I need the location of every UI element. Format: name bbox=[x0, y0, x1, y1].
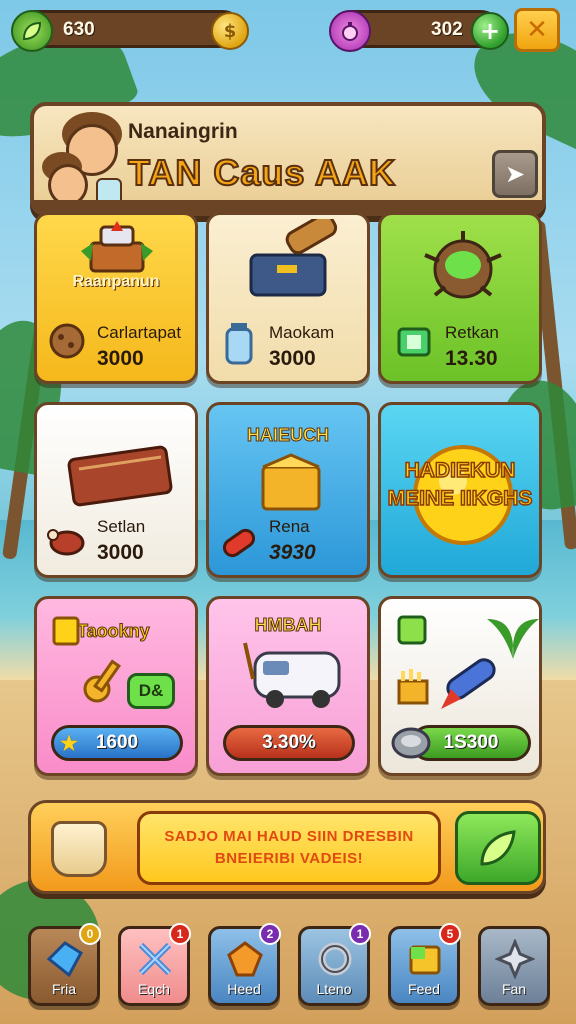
promo-go-button[interactable] bbox=[455, 811, 541, 885]
shop-card-5[interactable]: HAIEUCH Rena 3930 bbox=[206, 402, 370, 578]
card-1-price: 3000 bbox=[97, 347, 144, 370]
banner-subtitle: Nanaingrin bbox=[128, 120, 238, 143]
note-icon bbox=[51, 615, 81, 647]
shop-card-1[interactable]: Raanpanun Carlartapat 3000 bbox=[34, 212, 198, 384]
card-9-price: 1S300 bbox=[443, 732, 499, 753]
promo-banner[interactable]: SADJO MAI HAUD SIIN DRESBIN BNEIERIBI VA… bbox=[28, 800, 546, 894]
card-5-head: HAIEUCH bbox=[246, 425, 329, 446]
card-8-head: HMBAH bbox=[254, 615, 322, 636]
nav-label-lteno: Lteno bbox=[316, 981, 352, 997]
cup-icon bbox=[51, 821, 107, 877]
card-7-badge: D& bbox=[127, 673, 175, 709]
card-7-head: Taookny bbox=[77, 621, 151, 642]
cake-stand-icon bbox=[77, 221, 157, 279]
chest-icon bbox=[65, 435, 175, 507]
shop-card-9[interactable]: 1S300 bbox=[378, 596, 542, 776]
nav-button-eqch[interactable]: 1 Eqch bbox=[118, 923, 191, 1006]
card-6-head: HADIEKUN MEINE IIKGHS bbox=[387, 458, 533, 511]
nav-button-fan[interactable]: Fan bbox=[478, 926, 550, 1006]
capsule-icon bbox=[219, 523, 259, 563]
nav-label-eqch: Eqch bbox=[138, 981, 170, 997]
fries-icon bbox=[393, 667, 433, 707]
shop-card-3[interactable]: Retkan 13.30 bbox=[378, 212, 542, 384]
nav-badge-eqch: 1 bbox=[169, 923, 191, 945]
leaf-arrow-icon bbox=[480, 830, 516, 866]
card-4-name: Setlan bbox=[97, 517, 146, 536]
meat-icon bbox=[45, 525, 89, 561]
card-1-name: Carlartapat bbox=[97, 323, 182, 342]
green-gem-box-icon bbox=[395, 323, 433, 361]
ring-icon bbox=[313, 937, 357, 981]
nav-button-heed[interactable]: 2 Heed bbox=[208, 923, 281, 1006]
potion-pot-icon bbox=[415, 225, 511, 309]
green-cube-icon bbox=[395, 613, 429, 647]
shop-card-2[interactable]: Maokam 3000 bbox=[206, 212, 370, 384]
card-2-name: Maokam bbox=[269, 323, 335, 342]
promo-line-1: SADJO MAI HAUD SIIN DRESBIN bbox=[164, 828, 414, 845]
potion-resource-counter[interactable]: 302 + bbox=[329, 10, 509, 52]
coin-icon: $ bbox=[211, 12, 249, 50]
cookie-icon bbox=[47, 321, 87, 361]
card-7-badge-text: D& bbox=[138, 681, 164, 700]
close-icon: ✕ bbox=[526, 15, 548, 45]
nav-label-feed: Feed bbox=[408, 981, 440, 997]
nav-label-fria: Fria bbox=[51, 981, 77, 997]
shop-card-6[interactable]: HADIEKUN MEINE IIKGHS bbox=[378, 402, 542, 578]
cube-icon bbox=[403, 937, 447, 981]
nav-badge-heed: 2 bbox=[259, 923, 281, 945]
card-8-price-bar[interactable]: 3.30% bbox=[223, 725, 355, 761]
banner-title: TAN Caus AAK bbox=[127, 151, 397, 194]
card-5-name: Rena bbox=[269, 517, 310, 536]
arrow-right-icon: ➤ bbox=[504, 160, 526, 188]
water-jar-icon bbox=[221, 321, 257, 367]
van-icon bbox=[239, 639, 349, 715]
gem-plus-icon[interactable]: + bbox=[471, 12, 509, 50]
card-1-head: Raanpanun bbox=[72, 273, 160, 290]
blue-gem-icon bbox=[43, 937, 87, 981]
promo-line-2: BNEIERIBI VADEIS! bbox=[214, 850, 364, 867]
orange-gem-icon bbox=[223, 937, 267, 981]
close-button[interactable]: ✕ bbox=[514, 8, 560, 52]
star-icon: ★ bbox=[60, 732, 78, 755]
shop-banner: Nanaingrin TAN Caus AAK ➤ bbox=[30, 102, 546, 216]
cannon-crate-icon bbox=[243, 219, 339, 299]
shop-card-8[interactable]: HMBAH 3.30% bbox=[206, 596, 370, 776]
shop-card-4[interactable]: Setlan 3000 bbox=[34, 402, 198, 578]
crossed-swords-icon bbox=[133, 937, 177, 981]
banner-next-button[interactable]: ➤ bbox=[492, 150, 538, 198]
nav-badge-fria: 0 bbox=[79, 923, 101, 945]
card-3-price: 13.30 bbox=[445, 347, 498, 370]
star-icon bbox=[493, 937, 537, 981]
card-8-price: 3.30% bbox=[262, 732, 316, 753]
card-2-price: 3000 bbox=[269, 347, 316, 370]
golden-box-icon bbox=[255, 449, 327, 513]
nav-button-fria[interactable]: 0 Fria bbox=[28, 923, 101, 1006]
card-5-price: 3930 bbox=[269, 541, 316, 564]
potion-icon bbox=[329, 10, 371, 52]
potion-resource-value: 302 bbox=[431, 19, 463, 40]
nav-label-heed: Heed bbox=[227, 981, 261, 997]
can-icon bbox=[389, 721, 433, 765]
nav-badge-lteno: 1 bbox=[349, 923, 371, 945]
nav-label-fan: Fan bbox=[501, 981, 527, 997]
card-7-price-bar[interactable]: ★ 1600 bbox=[51, 725, 183, 761]
promo-text-box: SADJO MAI HAUD SIIN DRESBIN BNEIERIBI VA… bbox=[137, 811, 441, 885]
card-3-name: Retkan bbox=[445, 323, 499, 342]
shop-card-7[interactable]: Taookny D& ★ 1600 bbox=[34, 596, 198, 776]
card-7-price: 1600 bbox=[95, 732, 139, 753]
leaf-resource-counter[interactable]: 630 $ bbox=[11, 10, 249, 52]
leaf-resource-value: 630 bbox=[63, 19, 95, 40]
card-4-price: 3000 bbox=[97, 541, 144, 564]
nav-badge-feed: 5 bbox=[439, 923, 461, 945]
rocket-icon bbox=[431, 643, 511, 715]
nav-button-feed[interactable]: 5 Feed bbox=[388, 923, 461, 1006]
nav-button-lteno[interactable]: 1 Lteno bbox=[298, 923, 371, 1006]
leaf-icon bbox=[11, 10, 53, 52]
